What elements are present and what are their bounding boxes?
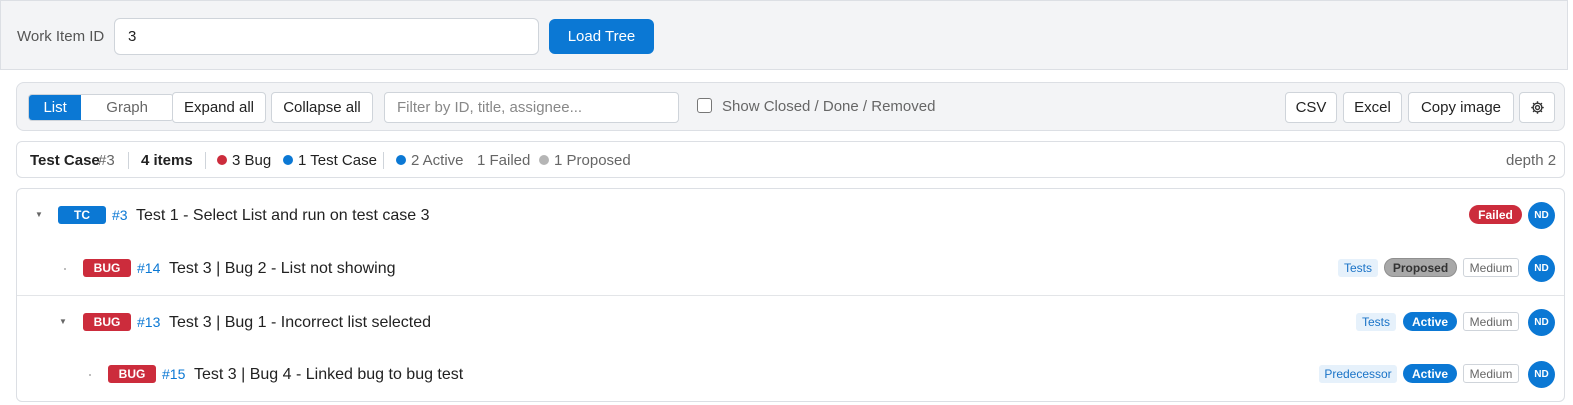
excel-button[interactable]: Excel (1343, 92, 1402, 123)
status-badge: Active (1403, 312, 1457, 331)
type-badge: TC (58, 206, 106, 224)
tree-row[interactable]: ▼ TC #3 Test 1 - Select List and run on … (17, 189, 1564, 242)
collapse-all-button[interactable]: Collapse all (271, 92, 373, 123)
active-count: 2 Active (411, 152, 464, 169)
type-badge: BUG (83, 259, 131, 277)
filter-input[interactable] (384, 92, 679, 123)
avatar: ND (1528, 202, 1555, 229)
work-item-title[interactable]: Test 3 | Bug 1 - Incorrect list selected (169, 314, 431, 332)
status-badge: Proposed (1384, 258, 1457, 277)
proposed-count: 1 Proposed (554, 152, 631, 169)
gear-icon (1530, 100, 1545, 115)
load-tree-button[interactable]: Load Tree (549, 19, 654, 54)
work-item-title[interactable]: Test 3 | Bug 2 - List not showing (169, 260, 396, 278)
type-badge: BUG (83, 313, 131, 331)
view-list-button[interactable]: List (29, 95, 82, 120)
settings-button[interactable] (1519, 92, 1555, 123)
avatar: ND (1528, 255, 1555, 282)
avatar: ND (1528, 361, 1555, 388)
test-case-count: 1 Test Case (298, 152, 377, 169)
copy-image-button[interactable]: Copy image (1408, 92, 1514, 123)
tree-row[interactable]: BUG #14 Test 3 | Bug 2 - List not showin… (17, 242, 1564, 295)
csv-button[interactable]: CSV (1285, 92, 1337, 123)
depth-indicator: depth 2 (1506, 152, 1557, 169)
toolbar: List Graph Expand all Collapse all Show … (16, 82, 1565, 131)
work-item-tree: ▼ TC #3 Test 1 - Select List and run on … (16, 188, 1565, 402)
tree-row[interactable]: ▼ BUG #13 Test 3 | Bug 1 - Incorrect lis… (17, 295, 1564, 348)
work-item-id-link[interactable]: #14 (137, 260, 160, 276)
expand-all-button[interactable]: Expand all (172, 92, 266, 123)
view-graph-button[interactable]: Graph (81, 95, 173, 120)
priority-badge: Medium (1463, 312, 1519, 331)
show-closed-label: Show Closed / Done / Removed (722, 98, 936, 115)
work-item-label: Work Item ID (17, 28, 105, 45)
bug-dot-icon (217, 155, 227, 165)
priority-badge: Medium (1463, 258, 1519, 277)
summary-bar: Test Case #3 4 items 3 Bug 1 Test Case 2… (16, 141, 1565, 178)
root-type: Test Case (30, 152, 100, 169)
work-item-title[interactable]: Test 3 | Bug 4 - Linked bug to bug test (194, 366, 463, 384)
bug-count: 3 Bug (232, 152, 272, 169)
caret-down-icon[interactable]: ▼ (59, 317, 67, 326)
status-badge: Active (1403, 364, 1457, 383)
work-item-id-link[interactable]: #13 (137, 314, 160, 330)
divider (205, 152, 206, 169)
tag-chip: Tests (1338, 259, 1378, 277)
leaf-dot-icon (89, 374, 91, 376)
divider (383, 152, 384, 169)
view-toggle: List Graph (28, 94, 174, 121)
work-item-id-link[interactable]: #15 (162, 366, 185, 382)
test-case-dot-icon (283, 155, 293, 165)
status-badge: Failed (1469, 205, 1522, 224)
priority-badge: Medium (1463, 364, 1519, 383)
type-badge: BUG (108, 365, 156, 383)
work-item-title[interactable]: Test 1 - Select List and run on test cas… (136, 207, 430, 225)
work-item-bar: Work Item ID Load Tree (0, 0, 1568, 70)
failed-count: 1 Failed (477, 152, 531, 169)
caret-down-icon[interactable]: ▼ (35, 210, 43, 219)
item-count: 4 items (141, 152, 193, 169)
avatar: ND (1528, 309, 1555, 336)
show-closed-checkbox[interactable] (697, 98, 712, 113)
divider (128, 152, 129, 169)
work-item-id-input[interactable] (114, 18, 539, 55)
tag-chip: Predecessor (1319, 365, 1397, 383)
proposed-dot-icon (539, 155, 549, 165)
active-dot-icon (396, 155, 406, 165)
work-item-id-link[interactable]: #3 (112, 207, 128, 223)
root-id: #3 (98, 152, 115, 169)
leaf-dot-icon (64, 268, 66, 270)
tag-chip: Tests (1356, 313, 1396, 331)
tree-row[interactable]: BUG #15 Test 3 | Bug 4 - Linked bug to b… (17, 348, 1564, 401)
